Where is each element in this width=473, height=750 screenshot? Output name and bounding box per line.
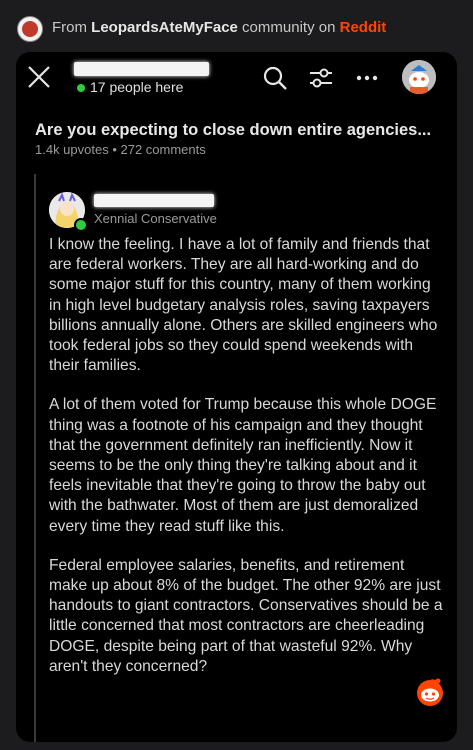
commenter-online-icon	[74, 218, 88, 232]
post-stats: 1.4k upvotes • 272 comments	[35, 142, 206, 157]
comment-paragraph: I know the feeling. I have a lot of fami…	[49, 235, 444, 376]
user-flair: Xennial Conservative	[94, 211, 217, 226]
comment-paragraph: A lot of them voted for Trump because th…	[49, 395, 444, 536]
search-icon[interactable]	[262, 65, 288, 91]
online-count: 17 people here	[90, 79, 183, 95]
post-title[interactable]: Are you expecting to close down entire a…	[35, 121, 431, 140]
platform-name[interactable]: Reddit	[340, 19, 387, 36]
online-indicator-icon	[77, 84, 85, 92]
community-avatar[interactable]	[17, 16, 43, 42]
comment-paragraph: Federal employee salaries, benefits, and…	[49, 556, 444, 677]
filter-icon[interactable]	[308, 65, 334, 91]
comment-body: I know the feeling. I have a lot of fami…	[49, 235, 444, 696]
source-attribution: From LeopardsAteMyFace community on Redd…	[52, 19, 386, 36]
redacted-community-name	[74, 62, 209, 76]
user-avatar[interactable]	[402, 60, 436, 94]
thread-line[interactable]	[34, 174, 36, 742]
close-icon[interactable]	[26, 64, 52, 90]
community-name[interactable]: LeopardsAteMyFace	[91, 19, 238, 36]
more-options-icon[interactable]	[354, 65, 380, 91]
reddit-snoo-icon[interactable]	[411, 672, 449, 710]
redacted-username	[94, 194, 214, 207]
embedded-post-card: 17 people here Are you expecting to clos…	[16, 52, 457, 742]
source-bar: From LeopardsAteMyFace community on Redd…	[0, 0, 473, 52]
